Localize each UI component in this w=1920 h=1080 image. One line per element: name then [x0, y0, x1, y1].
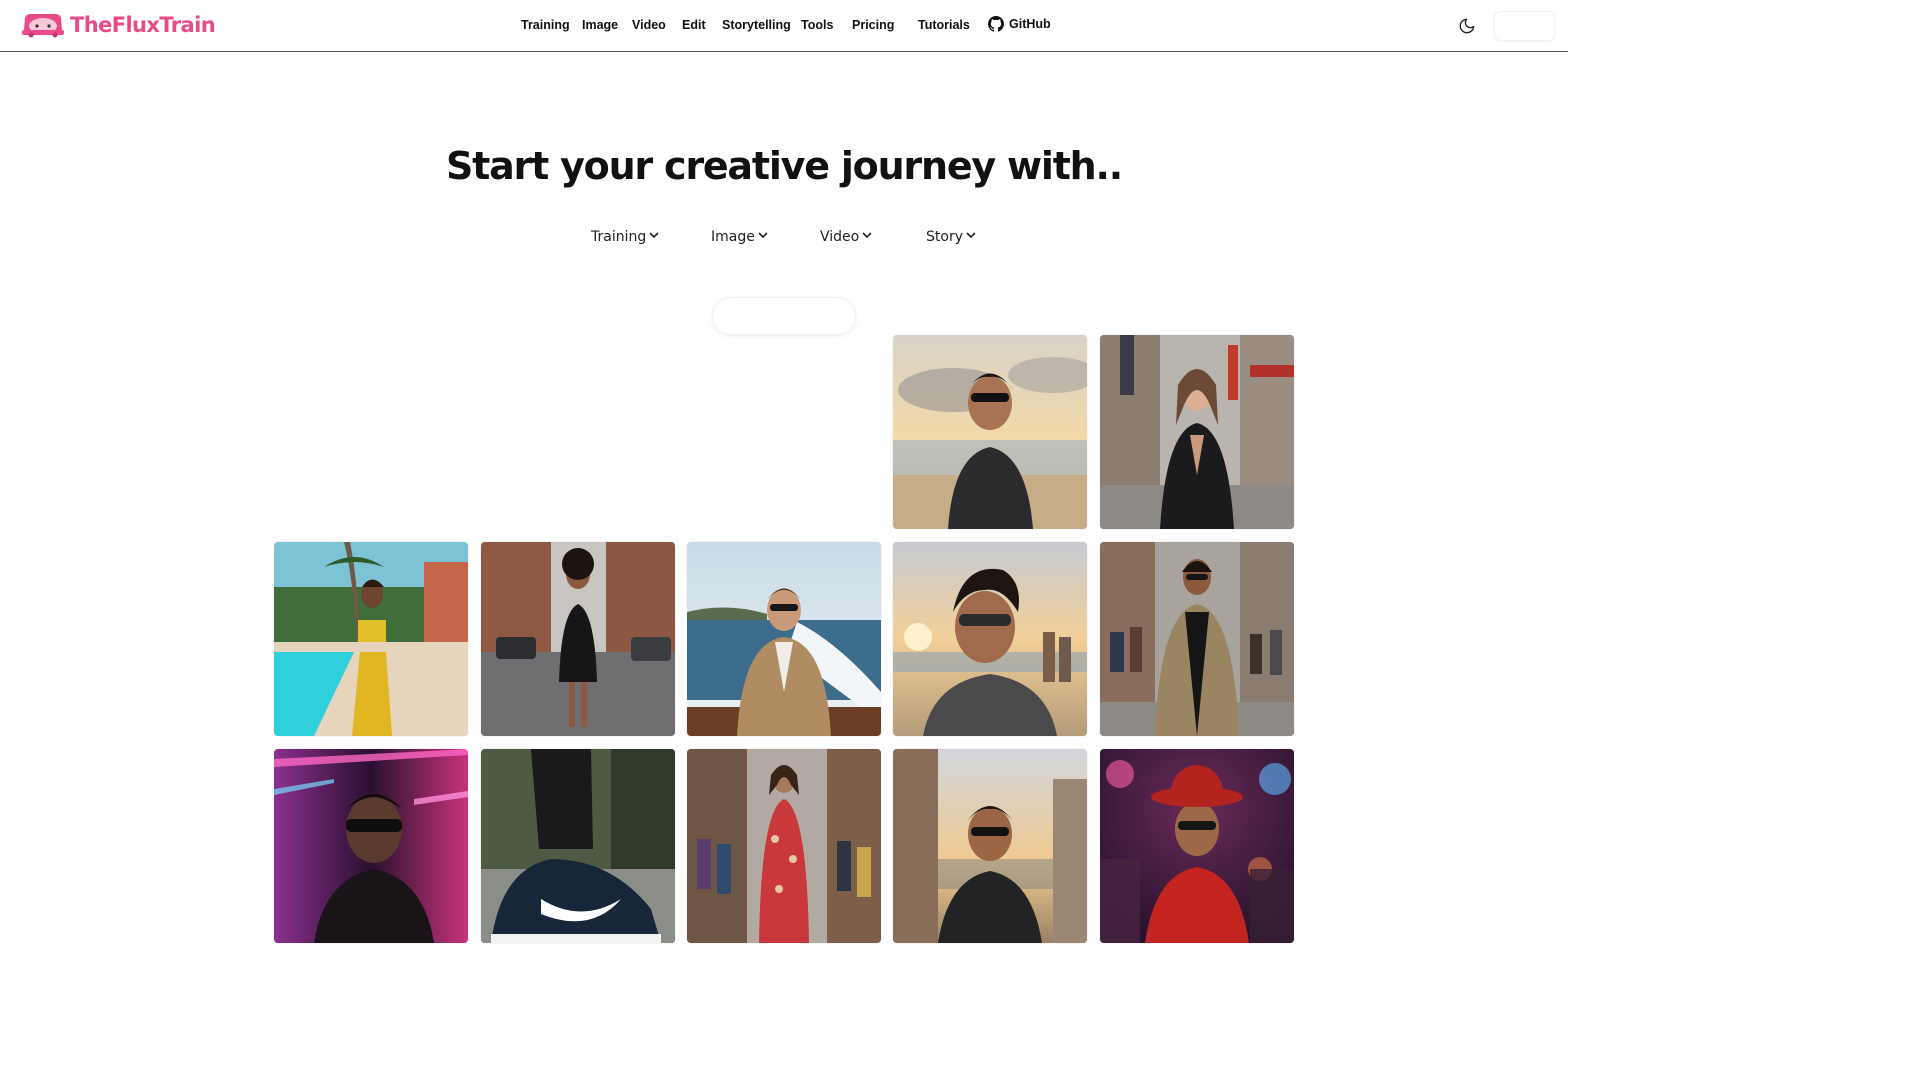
photo-image [687, 542, 881, 736]
gallery-image-man-trench-coat-street[interactable] [1100, 542, 1294, 736]
gallery-image-woman-black-suit-street[interactable] [1100, 335, 1294, 529]
photo-image [481, 749, 675, 943]
photo-image [274, 542, 468, 736]
photo-image [274, 749, 468, 943]
dropdown-video[interactable]: Video [820, 229, 873, 245]
chevron-down-icon [649, 231, 659, 238]
chevron-down-icon [862, 231, 872, 238]
dropdown-label: Image [711, 229, 755, 245]
nav-tools[interactable]: Tools [801, 18, 833, 32]
photo-image [893, 542, 1087, 736]
gallery-image-man-neon-lights[interactable] [274, 749, 468, 943]
dropdown-label: Training [591, 229, 647, 245]
photo-image [1100, 542, 1294, 736]
photo-image [893, 749, 1087, 943]
theme-toggle-button[interactable] [1458, 17, 1476, 39]
dropdown-label: Video [820, 229, 860, 245]
gallery-image-man-selfie-beach[interactable] [893, 542, 1087, 736]
chevron-down-icon [758, 231, 768, 238]
photo-image [687, 749, 881, 943]
nav-edit[interactable]: Edit [682, 18, 706, 32]
gallery-image-woman-black-dress-street[interactable] [481, 542, 675, 736]
photo-image [1100, 335, 1294, 529]
nav-github[interactable]: GitHub [988, 16, 1051, 32]
gallery-image-woman-yellow-pool[interactable] [274, 542, 468, 736]
gallery-image-man-red-hat-party[interactable] [1100, 749, 1294, 943]
hero-title: Start your creative journey with.. [445, 144, 1123, 188]
nav-storytelling[interactable]: Storytelling [722, 18, 791, 32]
github-label: GitHub [1009, 17, 1051, 31]
dropdown-story[interactable]: Story [926, 229, 977, 245]
dropdown-image[interactable]: Image [711, 229, 769, 245]
nav-training[interactable]: Training [521, 18, 570, 32]
gallery-image-man-city-sunset[interactable] [893, 749, 1087, 943]
chevron-down-icon [966, 231, 976, 238]
nav-tutorials[interactable]: Tutorials [918, 18, 970, 32]
photo-image [481, 542, 675, 736]
dropdown-label: Story [926, 229, 963, 245]
top-navbar: TheFluxTrain Training Image Video Edit S… [0, 0, 1568, 52]
gallery-image-woman-red-floral-dress[interactable] [687, 749, 881, 943]
nav-video[interactable]: Video [632, 18, 666, 32]
gallery-image-sneaker-closeup[interactable] [481, 749, 675, 943]
photo-image [893, 335, 1087, 529]
gallery-image-beach-man-sunset[interactable] [893, 335, 1087, 529]
cta-pill-button[interactable] [712, 297, 856, 335]
dropdown-training[interactable]: Training [591, 229, 660, 245]
github-icon [988, 16, 1004, 32]
gallery-image-man-tan-suit-boat[interactable] [687, 542, 881, 736]
photo-image [1100, 749, 1294, 943]
account-button[interactable] [1494, 11, 1555, 41]
nav-image[interactable]: Image [582, 18, 618, 32]
main-nav: Training Image Video Edit Storytelling T… [0, 0, 1568, 52]
moon-icon [1459, 18, 1475, 34]
nav-pricing[interactable]: Pricing [852, 18, 894, 32]
